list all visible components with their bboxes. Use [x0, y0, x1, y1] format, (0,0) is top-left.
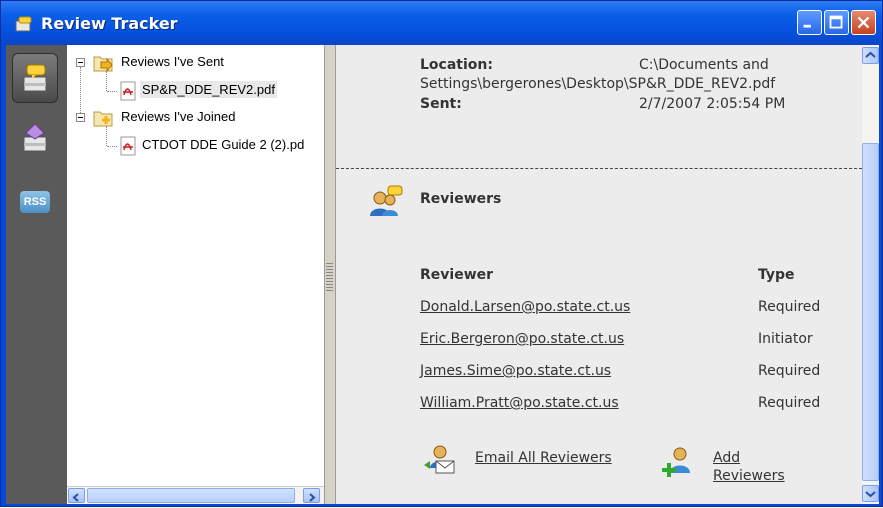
scroll-thumb[interactable]	[862, 143, 879, 481]
sidebar-rss-button[interactable]: RSS	[12, 185, 58, 219]
email-all-reviewers-link[interactable]: Email All Reviewers	[475, 450, 612, 466]
add-reviewers-link-line2[interactable]: Reviewers	[713, 468, 785, 484]
tree-item-joined-file[interactable]: CTDOT DDE Guide 2 (2).pd	[142, 137, 304, 152]
pdf-file-icon	[120, 81, 136, 101]
tree-connector	[106, 126, 107, 146]
reviewers-heading: Reviewers	[420, 191, 502, 207]
chevron-left-icon	[72, 493, 79, 502]
tree-item-reviews-joined[interactable]: Reviews I've Joined	[121, 109, 235, 124]
add-reviewers-link-line1[interactable]: Add	[713, 450, 740, 466]
pane-splitter[interactable]	[325, 45, 336, 504]
pdf-file-icon	[120, 136, 136, 156]
details-pane: Location: C:\Documents and Settings\berg…	[336, 45, 862, 504]
reviewer-email-link[interactable]: Eric.Bergeron@po.state.ct.us	[420, 331, 624, 347]
close-icon	[857, 16, 870, 29]
location-value-line2: Settings\bergerones\Desktop\SP&R_DDE_REV…	[420, 76, 776, 92]
sidebar-sent-button[interactable]	[12, 53, 58, 103]
tree-connector	[107, 91, 117, 92]
scroll-left-button[interactable]	[68, 488, 85, 503]
collapse-toggle[interactable]	[76, 58, 85, 67]
vertical-scrollbar[interactable]	[862, 45, 879, 504]
tree-connector	[80, 67, 81, 117]
client-area: RSS Reviews I've Sent SP&R_DDE_REV2.pdf	[6, 45, 879, 504]
column-header-reviewer: Reviewer	[420, 267, 494, 283]
column-header-type: Type	[758, 267, 795, 283]
minimize-icon	[803, 24, 811, 28]
chevron-up-icon	[865, 51, 876, 58]
title-bar[interactable]: Review Tracker	[1, 1, 882, 45]
review-tracker-icon	[15, 16, 32, 32]
chevron-right-icon	[309, 493, 316, 502]
sidebar: RSS	[6, 45, 67, 504]
email-reviewers-icon	[424, 445, 455, 474]
review-tracker-window: Review Tracker RSS Reviews I've Sent SP&…	[0, 0, 883, 507]
reviewer-email-link[interactable]: William.Pratt@po.state.ct.us	[420, 395, 619, 411]
reviewer-email-link[interactable]: Donald.Larsen@po.state.ct.us	[420, 299, 630, 315]
splitter-grip[interactable]	[326, 263, 333, 293]
reviewer-email-link[interactable]: James.Sime@po.state.ct.us	[420, 363, 611, 379]
sent-folder-icon	[93, 56, 113, 73]
review-tree-pane: Reviews I've Sent SP&R_DDE_REV2.pdf Revi…	[67, 45, 325, 504]
add-reviewers-icon	[662, 447, 690, 477]
sidebar-joined-button[interactable]	[12, 113, 58, 163]
maximize-icon	[829, 15, 843, 29]
joined-folder-icon	[93, 111, 113, 127]
close-button[interactable]	[851, 10, 876, 35]
tree-connector	[107, 146, 117, 147]
rss-icon: RSS	[20, 191, 50, 213]
minimize-button[interactable]	[797, 10, 822, 35]
scroll-right-button[interactable]	[303, 488, 320, 503]
joined-tray-icon	[23, 123, 47, 152]
reviewers-icon	[370, 185, 403, 216]
location-label: Location:	[420, 57, 493, 73]
scroll-thumb[interactable]	[87, 488, 295, 503]
reviewer-type: Required	[758, 395, 821, 411]
location-value-line1: C:\Documents and	[639, 57, 769, 73]
window-title: Review Tracker	[41, 14, 178, 33]
sent-value: 2/7/2007 2:05:54 PM	[639, 96, 786, 112]
horizontal-scrollbar[interactable]	[67, 486, 324, 504]
section-divider	[336, 168, 862, 169]
tree-item-sent-file[interactable]: SP&R_DDE_REV2.pdf	[140, 81, 277, 98]
scroll-down-button[interactable]	[862, 485, 879, 502]
scroll-up-button[interactable]	[862, 47, 879, 64]
chevron-down-icon	[865, 491, 876, 498]
reviewer-type: Required	[758, 299, 821, 315]
reviewer-type: Initiator	[758, 331, 813, 347]
reviewer-type: Required	[758, 363, 821, 379]
sent-tray-icon	[23, 64, 47, 92]
tree-item-reviews-sent[interactable]: Reviews I've Sent	[121, 54, 224, 69]
collapse-toggle[interactable]	[76, 113, 85, 122]
tree-connector	[106, 71, 107, 91]
maximize-button[interactable]	[824, 10, 849, 35]
sent-label: Sent:	[420, 96, 462, 112]
